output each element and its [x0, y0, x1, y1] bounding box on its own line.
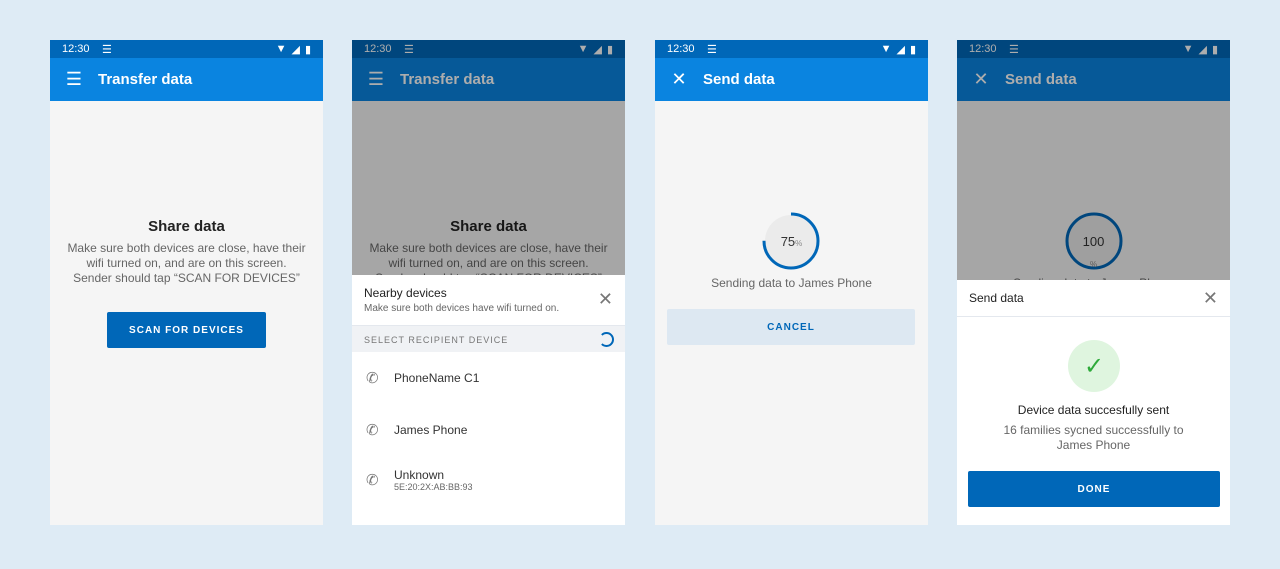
- notification-icon: ☰: [102, 43, 112, 56]
- scan-for-devices-button[interactable]: SCAN FOR DEVICES: [107, 312, 266, 348]
- device-name: PhoneName C1: [394, 371, 480, 385]
- close-icon[interactable]: ✕: [598, 289, 613, 310]
- device-item[interactable]: ✆ Unknown 5E:20:2X:AB:BB:93: [352, 465, 625, 495]
- sheet-title: Send data: [969, 291, 1024, 305]
- screen-nearby-devices: 12:30 ☰ ▼ ◢ ▮ ☰ Transfer data Share data Make…: [352, 40, 625, 525]
- battery-icon: ▮: [304, 43, 311, 56]
- close-icon[interactable]: ✕: [1203, 288, 1218, 309]
- wifi-icon: ▼: [275, 43, 287, 55]
- page-title: Send data: [703, 71, 775, 88]
- close-icon[interactable]: ✕: [655, 69, 703, 90]
- device-item[interactable]: ✆ PhoneName C1: [352, 365, 625, 391]
- device-item[interactable]: ✆ James Phone: [352, 417, 625, 443]
- status-time: 12:30: [667, 43, 695, 55]
- progress-value: 75%: [780, 234, 803, 249]
- status-bar: 12:30 ☰ ▼ ◢ ▮: [655, 40, 928, 58]
- phone-icon: ✆: [366, 472, 379, 489]
- device-id: 5E:20:2X:AB:BB:93: [394, 482, 473, 492]
- share-data-heading: Share data: [148, 218, 225, 235]
- loading-spinner-icon: [599, 332, 614, 347]
- app-bar: ☰ Transfer data: [50, 58, 323, 101]
- status-bar: 12:30 ☰ ▼ ◢ ▮: [50, 40, 323, 58]
- signal-icon: ◢: [291, 43, 300, 56]
- status-time: 12:30: [62, 43, 90, 55]
- divider: [957, 316, 1230, 317]
- menu-icon[interactable]: ☰: [50, 69, 98, 90]
- screen-send-complete: 12:30☰▼◢▮ ✕Send data 100 % Sending data …: [957, 40, 1230, 525]
- send-complete-sheet: Send data ✕ ✓ Device data succesfully se…: [957, 280, 1230, 525]
- sending-status: Sending data to James Phone: [711, 276, 872, 290]
- success-heading: Device data succesfully sent: [1017, 403, 1170, 417]
- cancel-button[interactable]: CANCEL: [667, 309, 915, 345]
- device-name: James Phone: [394, 423, 468, 437]
- device-name: Unknown: [394, 468, 445, 482]
- success-message: 16 families sycned successfully to James …: [1003, 423, 1184, 452]
- battery-icon: ▮: [909, 43, 916, 56]
- check-icon: ✓: [1068, 340, 1120, 392]
- nearby-devices-sheet: Nearby devices Make sure both devices ha…: [352, 275, 625, 525]
- instructions: Make sure both devices are close, have t…: [67, 241, 306, 285]
- done-button[interactable]: DONE: [968, 471, 1220, 507]
- screen-sending: 12:30 ☰ ▼ ◢ ▮ ✕ Send data 75% Sending data to…: [655, 40, 928, 525]
- section-label: SELECT RECIPIENT DEVICE: [364, 335, 509, 345]
- section-header: SELECT RECIPIENT DEVICE: [352, 325, 625, 352]
- notification-icon: ☰: [707, 43, 717, 56]
- sheet-title: Nearby devices: [364, 286, 447, 300]
- wifi-icon: ▼: [880, 43, 892, 55]
- app-bar: ✕ Send data: [655, 58, 928, 101]
- signal-icon: ◢: [896, 43, 905, 56]
- sheet-subtitle: Make sure both devices have wifi turned …: [364, 303, 560, 314]
- phone-icon: ✆: [366, 422, 379, 439]
- screen-transfer-data: 12:30 ☰ ▼ ◢ ▮ ☰ Transfer data Share data Make…: [50, 40, 323, 525]
- page-title: Transfer data: [98, 71, 193, 88]
- phone-icon: ✆: [366, 370, 379, 387]
